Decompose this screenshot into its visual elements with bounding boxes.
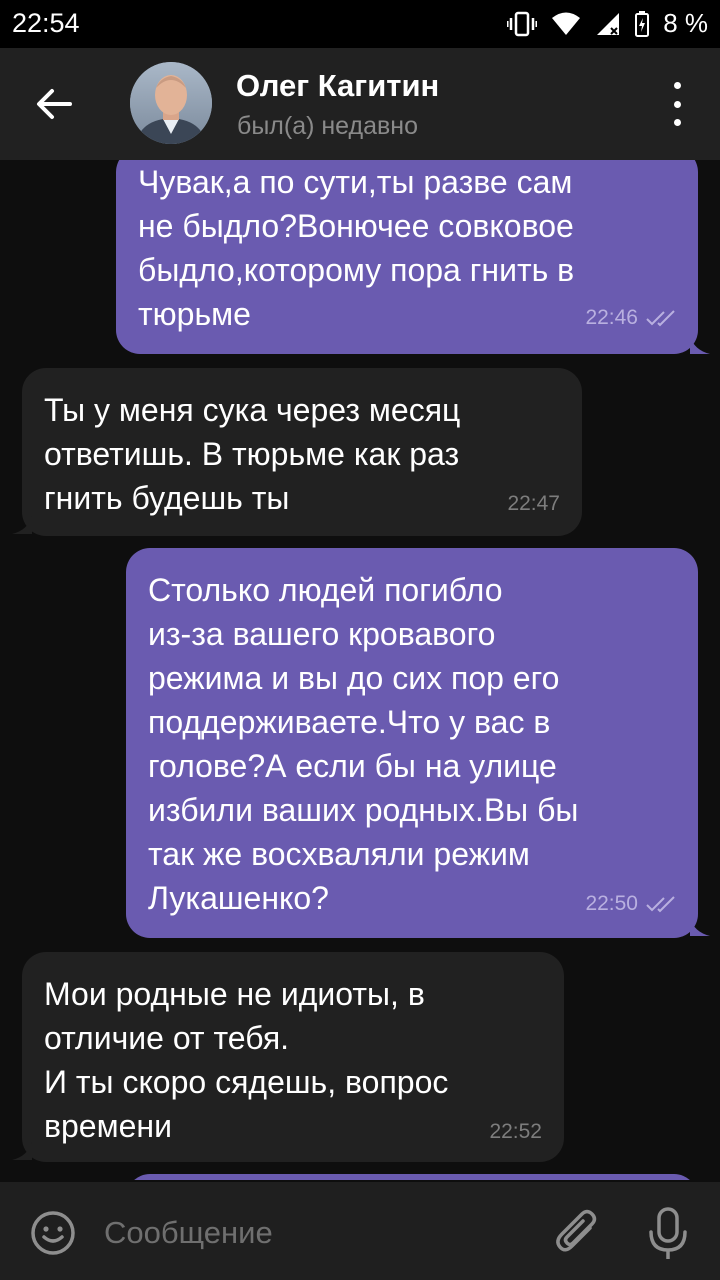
message-list[interactable]: Чувак,а по сути,ты разве сам не быдло?Во… <box>0 160 720 1180</box>
message-bubble-outgoing[interactable]: Чувак,а по сути,ты разве сам не быдло?Во… <box>116 160 698 354</box>
more-vert-icon <box>673 82 681 89</box>
message-meta: 22:52 <box>489 1110 542 1154</box>
microphone-icon <box>649 1207 687 1259</box>
emoji-icon <box>31 1211 75 1255</box>
back-arrow-icon <box>37 89 72 119</box>
message-meta: 22:50 <box>585 882 680 926</box>
message-text: Ты у меня сука через месяц ответишь. В т… <box>44 392 461 516</box>
attach-icon <box>556 1209 597 1252</box>
message-bubble-incoming[interactable]: Ты у меня сука через месяц ответишь. В т… <box>22 368 582 536</box>
bubble-tail <box>12 516 32 534</box>
bubble-tail <box>690 336 710 354</box>
more-vert-dot <box>673 100 681 108</box>
message-time: 22:46 <box>585 306 638 329</box>
battery-icon <box>635 10 650 37</box>
message-text: Мои родные не идиоты, в отличие от тебя.… <box>44 976 449 1144</box>
message-meta: 22:46 <box>585 296 680 340</box>
message-input-bar <box>0 1182 720 1280</box>
chat-header: Олег Кагитин был(а) недавно <box>0 48 720 160</box>
bubble-tail <box>690 918 710 936</box>
message-time: 22:50 <box>585 892 638 915</box>
bubble-tail <box>12 1142 32 1160</box>
message-time: 22:47 <box>507 492 560 515</box>
message-meta: 22:47 <box>507 482 560 526</box>
signal-icon <box>595 12 621 36</box>
double-check-icon <box>646 896 675 913</box>
message-bubble-outgoing[interactable]: Столько людей погибло из-за вашего крова… <box>126 548 698 938</box>
message-time: 22:52 <box>489 1120 542 1143</box>
back-button[interactable] <box>26 78 82 130</box>
double-check-icon <box>646 310 675 327</box>
message-bubble-outgoing-partial[interactable] <box>126 1174 698 1180</box>
avatar[interactable] <box>130 62 212 144</box>
microphone-button[interactable] <box>646 1206 690 1262</box>
wifi-icon <box>551 12 581 36</box>
contact-status: был(а) недавно <box>237 112 419 140</box>
contact-name[interactable]: Олег Кагитин <box>236 68 439 104</box>
message-text: Столько людей погибло из-за вашего крова… <box>148 572 579 916</box>
attach-button[interactable] <box>552 1206 602 1260</box>
message-input[interactable] <box>104 1210 524 1256</box>
more-menu-button[interactable] <box>662 82 692 126</box>
status-bar: 22:54 8 % <box>0 0 720 48</box>
battery-percent: 8 % <box>663 8 708 38</box>
more-vert-dot <box>673 119 681 126</box>
status-time: 22:54 <box>12 8 80 38</box>
message-bubble-incoming[interactable]: Мои родные не идиоты, в отличие от тебя.… <box>22 952 564 1162</box>
vibrate-icon <box>507 11 538 37</box>
status-icons: 8 % <box>507 8 708 39</box>
emoji-button[interactable] <box>30 1210 76 1256</box>
message-text: Чувак,а по сути,ты разве сам не быдло?Во… <box>138 164 575 332</box>
